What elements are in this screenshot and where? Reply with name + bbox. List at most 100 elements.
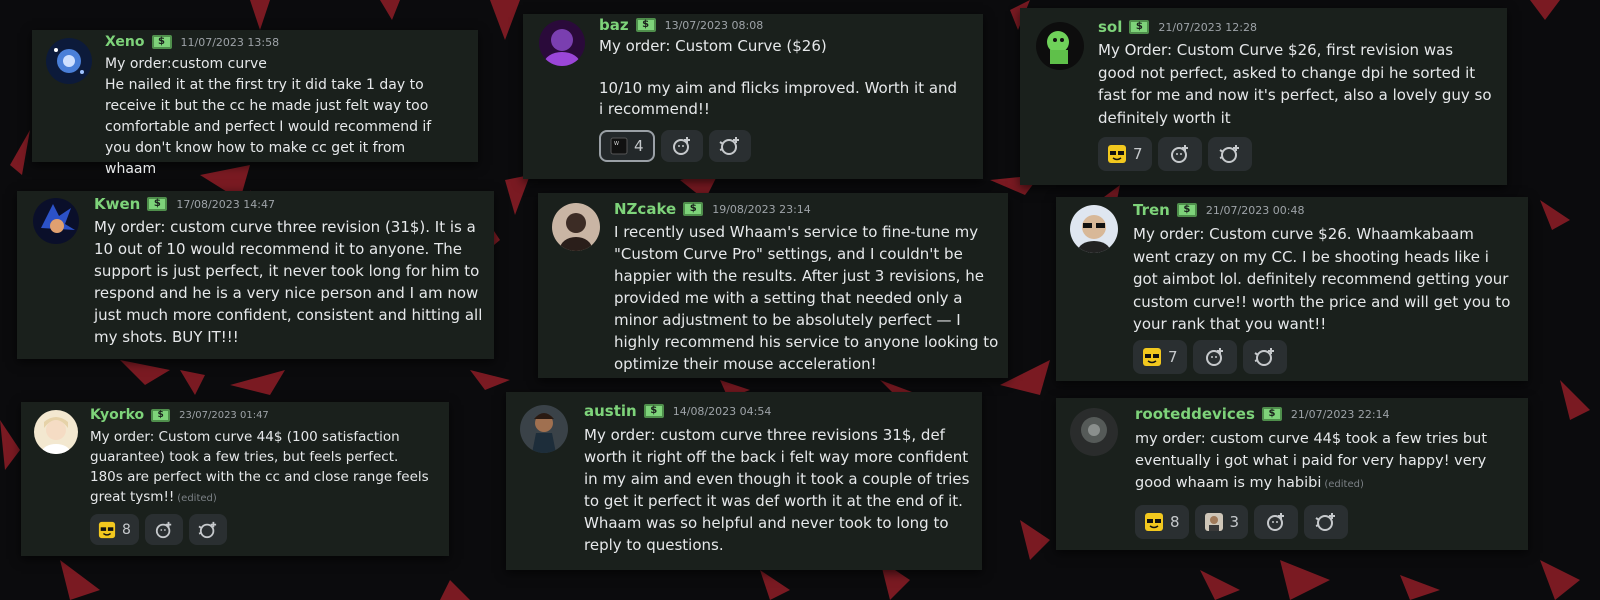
reaction-count: 7 [1133,145,1143,163]
add-reaction-button[interactable] [1157,137,1202,171]
message-text: My order:custom curve He nailed it at th… [105,56,432,177]
reaction-button[interactable]: 7 [1098,137,1152,171]
avatar[interactable] [1070,408,1118,456]
w-keycap-emoji: W [610,137,628,155]
username[interactable]: sol [1098,18,1122,36]
character-avatar-icon [520,405,568,453]
avatar[interactable] [1036,22,1084,70]
message-text: My order: Custom curve 44$ (100 satisfac… [90,427,435,509]
dollar-badge-icon: $ [147,197,168,211]
review-card: rooteddevices $ 21/07/2023 22:14 my orde… [1056,398,1528,550]
message-text: My Order: Custom Curve $26, first revisi… [1098,41,1492,127]
add-super-reaction-icon [198,521,217,538]
sunglasses-emoji [1108,145,1126,163]
username[interactable]: Kyorko [90,407,144,423]
timestamp: 23/07/2023 01:47 [179,409,269,421]
add-super-reaction-icon [1253,348,1274,366]
timestamp: 21/07/2023 12:28 [1158,20,1257,34]
username[interactable]: rooteddevices [1135,405,1255,423]
review-card: sol $ 21/07/2023 12:28 My Order: Custom … [1020,8,1507,185]
message-text: my order: custom curve 44$ took a few tr… [1135,428,1520,496]
reaction-bar: 7 [1133,340,1287,374]
timestamp: 17/08/2023 14:47 [176,197,275,211]
dollar-badge-icon: $ [683,202,704,216]
add-reaction-icon [672,137,690,155]
edited-label: (edited) [177,493,217,504]
sunglasses-avatar-icon [1070,205,1118,253]
avatar[interactable] [520,405,568,453]
avatar[interactable] [552,203,600,251]
message-text: My order: custom curve three revisions 3… [584,426,970,554]
reaction-count: 8 [1170,513,1180,531]
svg-text:W: W [614,141,619,147]
message-text: My order: Custom Curve ($26) 10/10 my ai… [599,37,958,118]
reaction-bar: W 4 [599,130,751,162]
reaction-bar: 7 [1098,137,1252,171]
username[interactable]: baz [599,16,629,34]
space-avatar-icon [46,38,92,84]
reaction-button[interactable]: 8 [90,514,139,545]
dollar-badge-icon: $ [151,408,171,422]
review-card: austin $ 14/08/2023 04:54 My order: cust… [506,392,982,570]
sunglasses-emoji [98,521,116,538]
reaction-count: 3 [1229,513,1240,531]
username[interactable]: Kwen [94,195,140,213]
add-reaction-button[interactable] [144,514,183,545]
username[interactable]: Xeno [105,34,145,50]
reaction-button[interactable]: 8 [1135,505,1189,539]
add-super-reaction-button[interactable] [708,130,751,162]
sunglasses-emoji [1143,348,1161,366]
reaction-count: 7 [1168,348,1178,366]
reaction-bar: 8 [90,514,227,545]
add-reaction-icon [1170,145,1188,163]
portrait-avatar-icon [552,203,600,251]
reaction-button[interactable]: W 4 [599,130,655,162]
message-body: My order: Custom curve 44$ (100 satisfac… [90,429,429,505]
purple-avatar-icon [539,20,585,66]
add-reaction-button[interactable] [1254,505,1299,539]
avatar[interactable] [539,20,585,66]
message-text: I recently used Whaam's service to fine-… [614,223,999,373]
add-reaction-button[interactable] [660,130,703,162]
add-reaction-icon [155,521,172,538]
anime-avatar-icon [34,410,78,454]
timestamp: 19/08/2023 23:14 [712,202,811,216]
add-super-reaction-button[interactable] [1242,340,1287,374]
add-super-reaction-button[interactable] [1207,137,1252,171]
dark-avatar-icon [1070,408,1118,456]
timestamp: 11/07/2023 13:58 [180,35,280,49]
timestamp: 13/07/2023 08:08 [664,18,764,32]
dollar-badge-icon: $ [1176,203,1197,217]
dollar-badge-icon: $ [1261,407,1282,421]
username[interactable]: austin [584,402,637,420]
add-reaction-icon [1205,348,1223,366]
avatar[interactable] [46,38,92,84]
add-super-reaction-icon [718,137,739,155]
sunglasses-emoji [1145,513,1163,531]
timestamp: 14/08/2023 04:54 [672,404,772,418]
add-super-reaction-button[interactable] [1304,505,1349,539]
username[interactable]: Tren [1133,201,1170,219]
reaction-button[interactable]: 3 [1194,505,1249,539]
add-reaction-icon [1267,513,1285,531]
avatar[interactable] [33,198,79,244]
dollar-badge-icon: $ [1129,20,1150,34]
message-body: my order: custom curve 44$ took a few tr… [1135,431,1488,491]
message-text: My order: Custom curve $26. Whaamkabaam … [1133,225,1511,333]
add-reaction-button[interactable] [1192,340,1237,374]
avatar[interactable] [34,410,78,454]
sonic-avatar-icon [33,198,79,244]
dollar-badge-icon: $ [643,404,664,418]
username[interactable]: NZcake [614,200,676,218]
edited-label: (edited) [1324,479,1364,490]
reaction-count: 4 [634,137,644,155]
timestamp: 21/07/2023 00:48 [1205,203,1305,217]
reaction-button[interactable]: 7 [1133,340,1187,374]
add-super-reaction-button[interactable] [188,514,227,545]
green-character-avatar-icon [1036,22,1084,70]
timestamp: 21/07/2023 22:14 [1290,407,1390,421]
reaction-count: 8 [122,521,131,538]
person-emoji [1204,513,1223,531]
review-card: Kyorko $ 23/07/2023 01:47 My order: Cust… [21,402,449,556]
avatar[interactable] [1070,205,1118,253]
